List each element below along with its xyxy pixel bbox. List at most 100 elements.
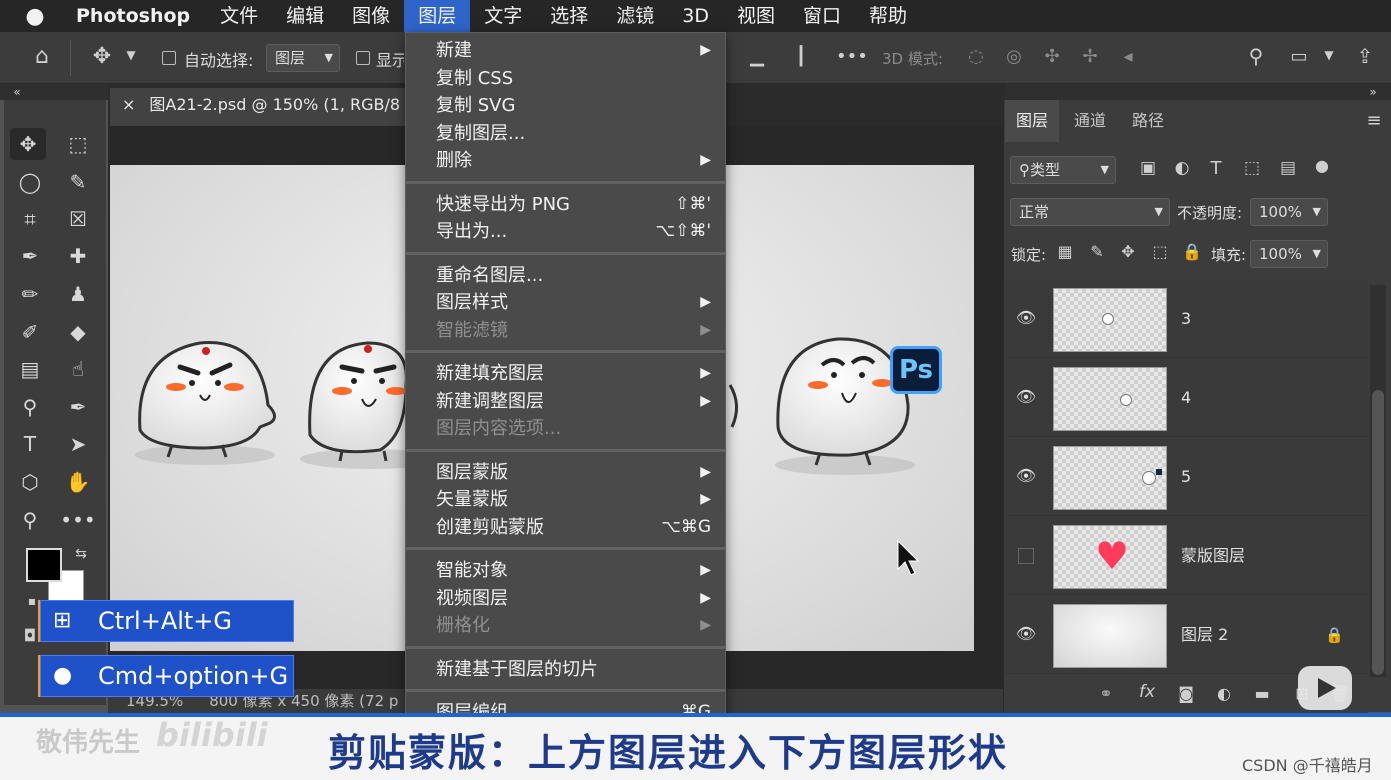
menu-layer[interactable]: 图层: [404, 0, 471, 32]
menu-view[interactable]: 视图: [723, 0, 789, 32]
filter-adjustment-icon[interactable]: ◐: [1170, 158, 1194, 182]
menu-type[interactable]: 文字: [470, 0, 536, 32]
close-tab-icon[interactable]: ×: [122, 95, 135, 114]
scrollbar-thumb[interactable]: [1372, 390, 1384, 675]
layer-row[interactable]: 👁 3: [1005, 280, 1368, 358]
layer-menu-item[interactable]: 图层蒙版 ▶: [436, 459, 711, 486]
chevron-down-icon[interactable]: ▼: [122, 48, 140, 68]
layer-filter-dropdown[interactable]: ⚲类型 ▼: [1010, 156, 1116, 184]
3d-slide-icon[interactable]: ✢: [1076, 46, 1104, 70]
show-transform-checkbox[interactable]: [356, 51, 370, 65]
layer-menu-item[interactable]: 导出为... ⌥⇧⌘': [436, 218, 711, 245]
quick-select-tool-icon[interactable]: ✎: [60, 166, 96, 198]
collapse-right-icon[interactable]: »: [1364, 84, 1382, 100]
lock-position-icon[interactable]: ✥: [1117, 242, 1139, 264]
layer-menu-item[interactable]: 新建基于图层的切片: [436, 656, 711, 683]
blend-mode-dropdown[interactable]: 正常 ▼: [1010, 198, 1170, 226]
layer-menu-item[interactable]: 新建填充图层 ▶: [436, 360, 711, 387]
frame-tool-icon[interactable]: ☒: [60, 203, 96, 235]
lock-artboard-icon[interactable]: ⬚: [1149, 242, 1171, 264]
move-icon[interactable]: ✥: [88, 44, 116, 72]
add-mask-icon[interactable]: ◙: [1174, 684, 1198, 706]
layer-menu-item[interactable]: 重命名图层...: [436, 262, 711, 289]
layer-row[interactable]: 👁 图层 2 🔒: [1005, 596, 1368, 674]
menu-window[interactable]: 窗口: [789, 0, 855, 32]
type-tool-icon[interactable]: T: [12, 428, 48, 460]
visibility-eye-icon[interactable]: 👁: [1015, 308, 1037, 330]
3d-camera-icon[interactable]: ◂: [1114, 46, 1142, 70]
menu-file[interactable]: 文件: [206, 0, 272, 32]
crop-tool-icon[interactable]: ⌗: [12, 203, 48, 235]
search-icon[interactable]: ⚲: [1242, 44, 1270, 72]
filter-pixel-icon[interactable]: ▣: [1136, 158, 1160, 182]
filter-smart-object-icon[interactable]: ▤: [1276, 158, 1300, 182]
tab-layers[interactable]: 图层: [1005, 100, 1059, 142]
auto-select-dropdown[interactable]: 图层 ▼: [266, 44, 340, 72]
layer-menu-item[interactable]: 创建剪贴蒙版 ⌥⌘G: [436, 514, 711, 541]
swap-colors-icon[interactable]: ⇆: [72, 546, 90, 564]
3d-pan-icon[interactable]: ✣: [1038, 46, 1066, 70]
distribute-icon[interactable]: ┃: [788, 46, 814, 70]
document-tab[interactable]: × 图A21-2.psd @ 150% (1, RGB/8: [110, 88, 410, 126]
smudge-tool-icon[interactable]: ☝: [60, 353, 96, 385]
share-icon[interactable]: ⇪: [1350, 44, 1380, 72]
filter-shape-icon[interactable]: ⬚: [1240, 158, 1264, 182]
gradient-tool-icon[interactable]: ▤: [12, 353, 48, 385]
tab-paths[interactable]: 路径: [1120, 100, 1176, 142]
layer-row[interactable]: 👁 5: [1005, 438, 1368, 516]
link-layers-icon[interactable]: ⚭: [1094, 684, 1118, 706]
shape-tool-icon[interactable]: ⬡: [12, 466, 48, 498]
adjustment-layer-icon[interactable]: ◐: [1212, 684, 1236, 706]
filter-toggle-icon[interactable]: ●: [1312, 156, 1332, 184]
healing-tool-icon[interactable]: ✚: [60, 240, 96, 272]
hand-tool-icon[interactable]: ✋: [60, 466, 96, 498]
marquee-tool-icon[interactable]: ⬚: [60, 128, 96, 160]
lasso-tool-icon[interactable]: ◯: [12, 166, 48, 198]
menu-help[interactable]: 帮助: [855, 0, 921, 32]
collapse-left-icon[interactable]: «: [8, 84, 26, 100]
layer-menu-item[interactable]: 智能对象 ▶: [436, 557, 711, 584]
auto-select-checkbox[interactable]: [162, 51, 176, 65]
zoom-tool-icon[interactable]: ⚲: [12, 504, 48, 536]
workspace-icon[interactable]: ▭: [1285, 46, 1313, 70]
layer-menu-item[interactable]: 复制图层...: [436, 120, 711, 147]
menu-image[interactable]: 图像: [338, 0, 404, 32]
path-select-tool-icon[interactable]: ➤: [60, 428, 96, 460]
fill-field[interactable]: 100% ▼: [1250, 240, 1328, 268]
layer-menu-item[interactable]: 快速导出为 PNG ⇧⌘': [436, 191, 711, 218]
chevron-down-icon[interactable]: ▼: [1320, 48, 1338, 68]
pen-tool-icon[interactable]: ✒: [60, 391, 96, 423]
visibility-toggle-empty[interactable]: [1018, 548, 1034, 564]
move-tool-icon[interactable]: ✥: [10, 128, 46, 160]
lock-pixels-icon[interactable]: ✎: [1086, 242, 1108, 264]
layer-menu-item[interactable]: 复制 SVG: [436, 92, 711, 119]
history-brush-tool-icon[interactable]: ✐: [12, 316, 48, 348]
layer-menu-item[interactable]: 矢量蒙版 ▶: [436, 486, 711, 513]
layer-menu-item[interactable]: 复制 CSS: [436, 65, 711, 92]
3d-orbit-icon[interactable]: ◌: [962, 46, 990, 70]
foreground-color-swatch[interactable]: [26, 548, 62, 582]
menu-filter[interactable]: 滤镜: [602, 0, 668, 32]
brush-tool-icon[interactable]: ✏: [12, 278, 48, 310]
lock-all-icon[interactable]: 🔒: [1181, 242, 1203, 264]
layer-row[interactable]: ♥ 蒙版图层: [1005, 517, 1368, 595]
dodge-tool-icon[interactable]: ⚲: [12, 391, 48, 423]
visibility-eye-icon[interactable]: 👁: [1015, 387, 1037, 409]
layer-menu-item[interactable]: 新建调整图层 ▶: [436, 388, 711, 415]
layer-row[interactable]: 👁 4: [1005, 359, 1368, 437]
layer-menu-item[interactable]: 视频图层 ▶: [436, 585, 711, 612]
fx-icon[interactable]: fx: [1134, 682, 1160, 706]
panel-menu-icon[interactable]: ≡: [1362, 110, 1386, 132]
align-bottom-icon[interactable]: ▁: [744, 46, 770, 70]
lock-transparent-icon[interactable]: ▦: [1054, 242, 1076, 264]
more-tools-icon[interactable]: •••: [60, 504, 96, 536]
visibility-eye-icon[interactable]: 👁: [1015, 466, 1037, 488]
stamp-tool-icon[interactable]: ♟: [60, 278, 96, 310]
group-folder-icon[interactable]: ▬: [1250, 684, 1274, 706]
layer-menu-item[interactable]: 新建 ▶: [436, 37, 711, 64]
3d-roll-icon[interactable]: ◎: [1000, 46, 1028, 70]
filter-type-icon[interactable]: T: [1204, 158, 1228, 182]
eraser-tool-icon[interactable]: ◆: [60, 316, 96, 348]
menu-3d[interactable]: 3D: [668, 0, 723, 32]
home-icon[interactable]: ⌂: [26, 44, 58, 72]
